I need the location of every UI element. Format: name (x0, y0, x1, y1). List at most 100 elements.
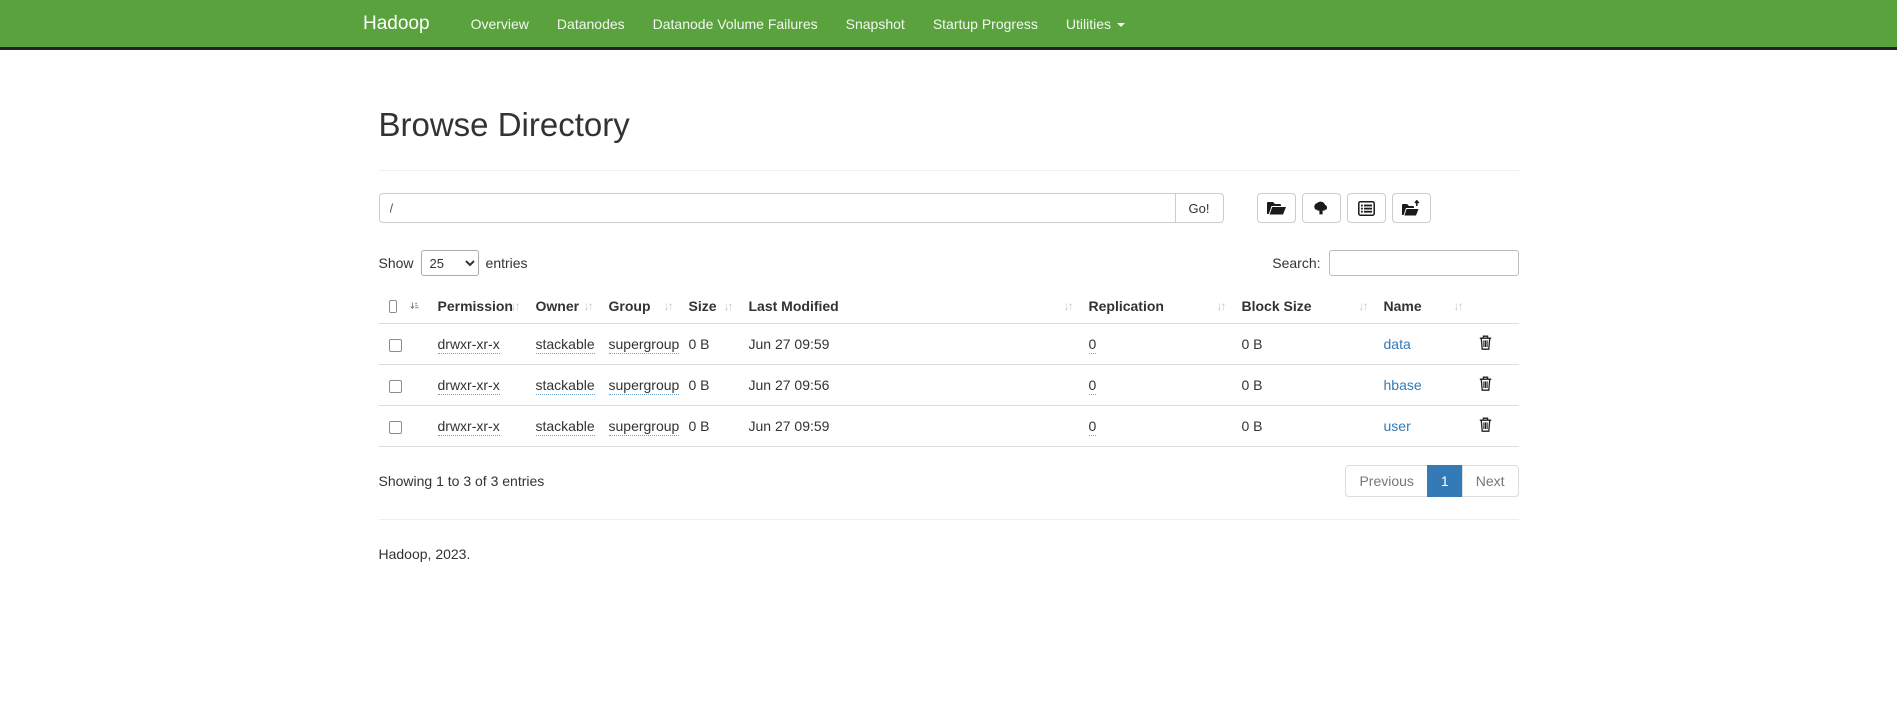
table-search: Search: (1272, 250, 1518, 276)
upload-icon (1312, 201, 1330, 215)
row-checkbox[interactable] (389, 421, 402, 434)
nav-item-label: Utilities (1066, 16, 1111, 32)
nav-item-startup-progress[interactable]: Startup Progress (919, 16, 1052, 32)
directory-path-input[interactable] (379, 193, 1176, 223)
nav-item-utilities-dropdown[interactable]: Utilities (1052, 16, 1139, 32)
last-modified-cell: Jun 27 09:59 (744, 406, 1084, 447)
page-length-control: Show 25 entries (379, 250, 528, 276)
sort-icon: ↓↑ (724, 299, 732, 313)
sort-icon: ↓↑ (664, 299, 672, 313)
file-name-link[interactable]: user (1384, 418, 1411, 434)
replication-cell[interactable]: 0 (1089, 418, 1097, 436)
entries-per-page-select[interactable]: 25 (421, 250, 479, 276)
page-title: Browse Directory (379, 107, 1519, 143)
sort-icon: ↓↑ (1359, 299, 1367, 313)
permission-cell[interactable]: drwxr-xr-x (438, 377, 500, 395)
sort-icon: ↓↑ (1217, 299, 1225, 313)
owner-cell[interactable]: stackable (536, 377, 595, 395)
directory-listing-table: Permission↓↑ Owner↓↑ Group↓↑ Size↓↑ Last… (379, 290, 1519, 447)
top-navbar: Hadoop Overview Datanodes Datanode Volum… (0, 0, 1897, 50)
folder-open-icon (1267, 201, 1286, 215)
header-group[interactable]: Group↓↑ (604, 290, 684, 324)
path-bar: Go! (379, 193, 1519, 223)
search-input[interactable] (1329, 250, 1519, 276)
replication-cell[interactable]: 0 (1089, 377, 1097, 395)
folder-move-icon (1402, 200, 1421, 216)
header-permission[interactable]: Permission↓↑ (433, 290, 531, 324)
upload-files-button[interactable] (1302, 193, 1341, 223)
move-to-folder-button[interactable] (1392, 193, 1431, 223)
header-name[interactable]: Name↓↑ (1379, 290, 1474, 324)
size-cell: 0 B (684, 324, 744, 365)
owner-cell[interactable]: stackable (536, 336, 595, 354)
list-alt-icon (1358, 201, 1375, 216)
header-size[interactable]: Size↓↑ (684, 290, 744, 324)
group-cell[interactable]: supergroup (609, 418, 680, 436)
size-cell: 0 B (684, 406, 744, 447)
header-last-modified[interactable]: Last Modified↓↑ (744, 290, 1084, 324)
select-all-checkbox[interactable] (389, 300, 397, 313)
directory-action-buttons (1257, 193, 1431, 223)
permission-cell[interactable]: drwxr-xr-x (438, 336, 500, 354)
create-directory-button[interactable] (1257, 193, 1296, 223)
table-row: drwxr-xr-x stackable supergroup 0 B Jun … (379, 365, 1519, 406)
nav-item-datanodes[interactable]: Datanodes (543, 16, 639, 32)
group-cell[interactable]: supergroup (609, 336, 680, 354)
file-name-link[interactable]: hbase (1384, 377, 1422, 393)
entries-label: entries (486, 255, 528, 271)
nav-item-overview[interactable]: Overview (457, 16, 543, 32)
sort-ascending-icon (410, 299, 419, 313)
nav-item-datanode-volume-failures[interactable]: Datanode Volume Failures (639, 16, 832, 32)
brand-hadoop[interactable]: Hadoop (348, 13, 445, 35)
pagination-page-1[interactable]: 1 (1427, 465, 1463, 497)
permission-cell[interactable]: drwxr-xr-x (438, 418, 500, 436)
block-size-cell: 0 B (1237, 365, 1379, 406)
sort-icon: ↓↑ (1454, 299, 1462, 313)
footer-divider (379, 519, 1519, 520)
delete-button[interactable] (1479, 376, 1492, 394)
sort-icon: ↓↑ (511, 299, 519, 313)
header-actions (1474, 290, 1519, 324)
row-checkbox[interactable] (389, 380, 402, 393)
pagination-previous[interactable]: Previous (1345, 465, 1427, 497)
trash-icon (1479, 417, 1492, 432)
header-replication[interactable]: Replication↓↑ (1084, 290, 1237, 324)
block-size-cell: 0 B (1237, 324, 1379, 365)
last-modified-cell: Jun 27 09:56 (744, 365, 1084, 406)
nav-item-snapshot[interactable]: Snapshot (832, 16, 919, 32)
owner-cell[interactable]: stackable (536, 418, 595, 436)
heading-divider (379, 170, 1519, 171)
nav-item-label: Datanode Volume Failures (653, 16, 818, 32)
nav-item-label: Snapshot (846, 16, 905, 32)
nav-item-label: Datanodes (557, 16, 625, 32)
header-block-size[interactable]: Block Size↓↑ (1237, 290, 1379, 324)
delete-button[interactable] (1479, 417, 1492, 435)
table-info-text: Showing 1 to 3 of 3 entries (379, 473, 545, 489)
trash-icon (1479, 335, 1492, 350)
group-cell[interactable]: supergroup (609, 377, 680, 395)
delete-button[interactable] (1479, 335, 1492, 353)
sort-icon: ↓↑ (1064, 299, 1072, 313)
table-footer-controls: Showing 1 to 3 of 3 entries Previous 1 N… (379, 465, 1519, 497)
table-row: drwxr-xr-x stackable supergroup 0 B Jun … (379, 406, 1519, 447)
row-checkbox[interactable] (389, 339, 402, 352)
header-owner[interactable]: Owner↓↑ (531, 290, 604, 324)
sort-icon: ↓↑ (584, 299, 592, 313)
block-size-cell: 0 B (1237, 406, 1379, 447)
table-header-row: Permission↓↑ Owner↓↑ Group↓↑ Size↓↑ Last… (379, 290, 1519, 324)
nav-item-label: Startup Progress (933, 16, 1038, 32)
trash-icon (1479, 376, 1492, 391)
cut-paste-button[interactable] (1347, 193, 1386, 223)
path-input-group: Go! (379, 193, 1224, 223)
pagination-next[interactable]: Next (1462, 465, 1519, 497)
table-row: drwxr-xr-x stackable supergroup 0 B Jun … (379, 324, 1519, 365)
show-label: Show (379, 255, 414, 271)
chevron-down-icon (1117, 23, 1125, 27)
size-cell: 0 B (684, 365, 744, 406)
header-select-all[interactable] (379, 290, 433, 324)
replication-cell[interactable]: 0 (1089, 336, 1097, 354)
file-name-link[interactable]: data (1384, 336, 1411, 352)
footer-text: Hadoop, 2023. (379, 546, 1519, 562)
go-button[interactable]: Go! (1176, 193, 1224, 223)
search-label: Search: (1272, 255, 1320, 271)
